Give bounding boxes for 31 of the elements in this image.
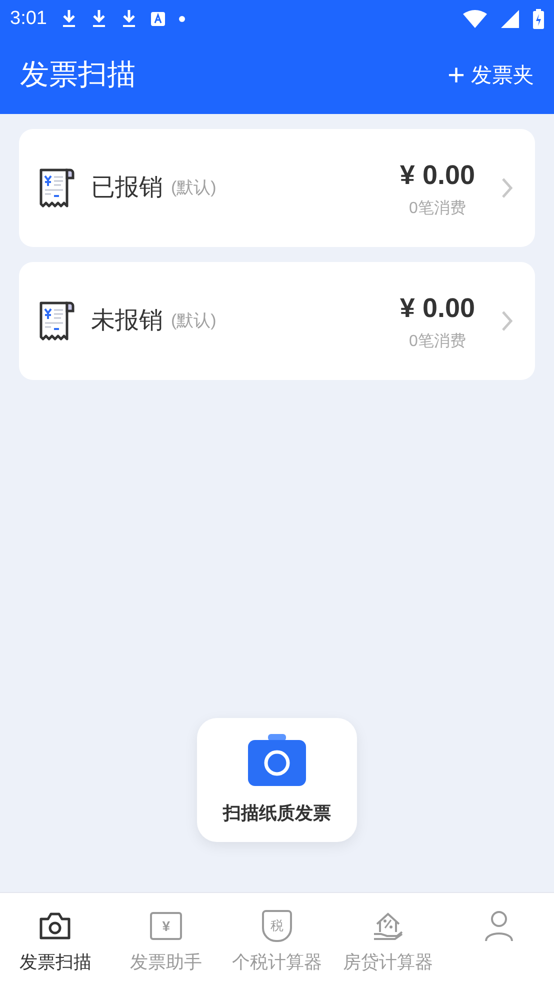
default-tag: (默认) (171, 175, 216, 201)
ticket-icon: ¥ (150, 912, 182, 940)
battery-icon (533, 9, 544, 29)
receipt-icon (37, 166, 75, 210)
person-icon (482, 909, 515, 943)
shield-icon: 税 (262, 910, 292, 942)
nav-tab[interactable]: 发票扫描 (0, 893, 111, 984)
download-icon (90, 9, 107, 29)
chevron-right-icon (501, 177, 513, 199)
amount: ¥ 0.00 (400, 158, 475, 192)
receipt-icon (37, 299, 75, 343)
amount: ¥ 0.00 (400, 292, 475, 325)
app-notification-icon (150, 12, 165, 26)
default-tag: (默认) (171, 308, 216, 334)
download-icon (120, 9, 137, 29)
chevron-right-icon (501, 310, 513, 332)
expense-count: 0笔消费 (409, 332, 466, 352)
invoice-folder-button[interactable]: + 发票夹 (447, 60, 534, 92)
page-title: 发票扫描 (20, 58, 136, 94)
folder-name: 未报销 (91, 306, 163, 336)
invoice-folder-card[interactable]: 已报销 (默认) ¥ 0.00 0笔消费 (19, 129, 535, 247)
folder-name: 已报销 (91, 173, 163, 203)
status-time: 3:01 (10, 6, 47, 31)
download-icon (60, 9, 77, 29)
invoice-folder-card[interactable]: 未报销 (默认) ¥ 0.00 0笔消费 (19, 262, 535, 380)
scan-paper-invoice-button[interactable]: 扫描纸质发票 (197, 718, 357, 842)
wifi-icon (463, 10, 487, 28)
expense-count: 0笔消费 (409, 198, 466, 220)
camera-icon (38, 911, 72, 941)
camera-icon (247, 734, 307, 788)
signal-icon (501, 10, 519, 28)
